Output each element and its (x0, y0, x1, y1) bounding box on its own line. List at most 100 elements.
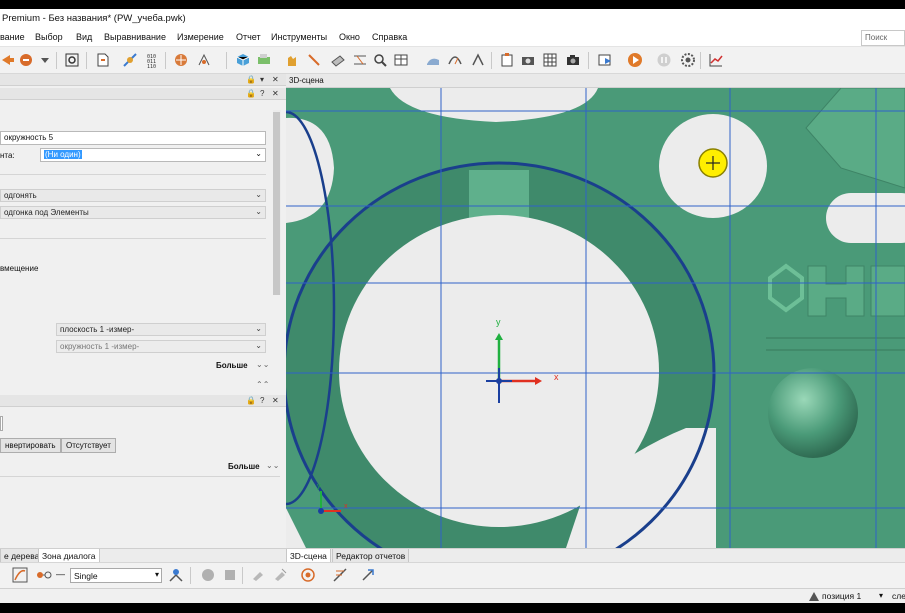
3d-viewport[interactable]: x y x y (286, 88, 905, 548)
close-icon[interactable]: ✕ (272, 75, 279, 84)
transform-tool-icon[interactable] (360, 567, 376, 583)
curve-tool-icon[interactable] (12, 567, 28, 583)
status-right-text: сле (892, 591, 905, 601)
clipboard-icon[interactable] (499, 52, 515, 68)
probe-icon[interactable] (306, 52, 322, 68)
tabs-bar: е дерева Зона диалога 3D-сцена Редактор … (0, 548, 905, 563)
fit-select[interactable]: одгонять ⌄ (0, 189, 266, 202)
new-document-icon[interactable] (95, 52, 111, 68)
help-icon[interactable]: ? (260, 89, 264, 98)
menu-tools[interactable]: Инструменты (271, 32, 327, 42)
toolbar-separator (190, 567, 191, 584)
gauge-icon[interactable] (447, 52, 463, 68)
offset-label: вмещение (0, 264, 39, 273)
title-bar: Premium - Без названия* (PW_учеба.pwk) (0, 9, 905, 28)
search-input[interactable]: Поиск (861, 30, 905, 46)
panel-scrollbar-thumb[interactable] (273, 112, 280, 295)
close-icon[interactable]: ✕ (272, 89, 279, 98)
cube-icon[interactable] (235, 52, 251, 68)
tab-tree[interactable]: е дерева (0, 549, 44, 563)
fit-mode-value: одгонка под Элементы (4, 208, 89, 217)
left-dialog-panel: 🔒 ▾ ✕ 🔒 ? ✕ окружность 5 нта: (Ни один) … (0, 74, 286, 548)
point-tool-icon[interactable] (196, 52, 212, 68)
play-icon[interactable] (627, 52, 643, 68)
binary-data-icon[interactable]: 010011110 (146, 52, 162, 68)
chevron-down-icon[interactable]: ▾ (260, 75, 264, 84)
plane-select-value: плоскость 1 -измер- (60, 325, 135, 334)
grid-table-icon[interactable] (542, 52, 558, 68)
chevron-double-down-icon[interactable]: ⌄⌄ (256, 360, 269, 369)
menu-window[interactable]: Окно (339, 32, 360, 42)
tab-report-editor[interactable]: Редактор отчетов (332, 549, 410, 563)
undo-point-icon[interactable] (250, 567, 266, 583)
line-chart-icon[interactable] (708, 52, 724, 68)
more-toggle[interactable]: Больше (216, 361, 248, 370)
zoom-icon[interactable] (372, 52, 388, 68)
toolbar-separator (226, 52, 227, 69)
menu-file[interactable]: вание (0, 32, 25, 42)
gear-settings-icon[interactable] (680, 52, 696, 68)
scene-canvas[interactable]: x y x y (286, 88, 905, 548)
close-icon[interactable]: ✕ (272, 396, 279, 405)
measure-icon[interactable] (352, 52, 368, 68)
help-icon[interactable]: ? (260, 396, 264, 405)
panel-header-second: 🔒 ? ✕ (0, 88, 286, 100)
lock-icon[interactable]: 🔒 (246, 89, 256, 98)
chevron-double-up-icon[interactable]: ⌃⌃ (256, 380, 269, 389)
hand-icon[interactable] (284, 52, 300, 68)
dropdown-arrow-icon[interactable] (37, 52, 53, 68)
feature-icon[interactable] (256, 52, 272, 68)
orange-arrow-icon[interactable] (0, 52, 16, 68)
target-icon[interactable] (300, 567, 316, 583)
connect-tool-icon[interactable] (36, 567, 52, 583)
circle-select[interactable]: окружность 1 -измер- ⌄ (56, 340, 266, 353)
align-arrow-icon[interactable] (18, 52, 34, 68)
align-tool-icon[interactable] (332, 567, 348, 583)
record-icon[interactable] (200, 567, 216, 583)
menu-select[interactable]: Выбор (35, 32, 63, 42)
mode-select[interactable]: Single ▾ (70, 568, 162, 583)
mesh-icon[interactable] (173, 52, 189, 68)
fit-mode-select[interactable]: одгонка под Элементы ⌄ (0, 206, 266, 219)
chevron-double-down-icon[interactable]: ⌄⌄ (266, 461, 279, 470)
stop-icon[interactable] (222, 567, 238, 583)
invert-button[interactable]: нвертировать (0, 438, 61, 453)
menu-report[interactable]: Отчет (236, 32, 261, 42)
toolbar-separator (588, 52, 589, 69)
delete-point-icon[interactable] (272, 567, 288, 583)
lock-icon[interactable]: 🔒 (246, 75, 256, 84)
position-status[interactable]: позиция 1 (822, 591, 861, 601)
tab-3d-scene[interactable]: 3D-сцена (286, 549, 331, 563)
dropdown-arrow-icon[interactable]: ▾ (879, 591, 883, 600)
divider (0, 476, 280, 477)
panel-header-lower: 🔒 ? ✕ (0, 395, 286, 407)
gear-icon[interactable] (64, 52, 80, 68)
menu-help[interactable]: Справка (372, 32, 407, 42)
more-toggle-lower[interactable]: Больше (228, 462, 260, 471)
plane-icon[interactable] (330, 52, 346, 68)
absent-button[interactable]: Отсутствует (61, 438, 116, 453)
export-icon[interactable] (597, 52, 613, 68)
element-select[interactable]: (Ни один) ⌄ (40, 148, 266, 162)
table-icon[interactable] (393, 52, 409, 68)
probe-config-icon[interactable] (168, 567, 184, 583)
angle-icon[interactable] (470, 52, 486, 68)
camera-report-icon[interactable] (520, 52, 536, 68)
scan-icon[interactable] (122, 52, 138, 68)
chevron-down-icon: ⌄ (255, 341, 262, 350)
stop-hand-icon[interactable] (656, 52, 672, 68)
lock-icon[interactable]: 🔒 (246, 396, 256, 405)
menu-view[interactable]: Вид (76, 32, 92, 42)
menu-bar: вание Выбор Вид Выравнивание Измерение О… (0, 28, 905, 47)
corner-axis-x-label: x (344, 503, 348, 510)
menu-alignment[interactable]: Выравнивание (104, 32, 166, 42)
tab-dialog-zone[interactable]: Зона диалога (38, 549, 100, 563)
main-toolbar: 010 011 110 (0, 47, 905, 74)
lower-field[interactable] (0, 416, 3, 431)
chevron-down-icon[interactable]: ⌄ (255, 149, 262, 158)
feature-name-field[interactable]: окружность 5 (0, 131, 266, 145)
plane-select[interactable]: плоскость 1 -измер- ⌄ (56, 323, 266, 336)
menu-measure[interactable]: Измерение (177, 32, 224, 42)
camera-icon[interactable] (565, 52, 581, 68)
surface-icon[interactable] (425, 52, 441, 68)
